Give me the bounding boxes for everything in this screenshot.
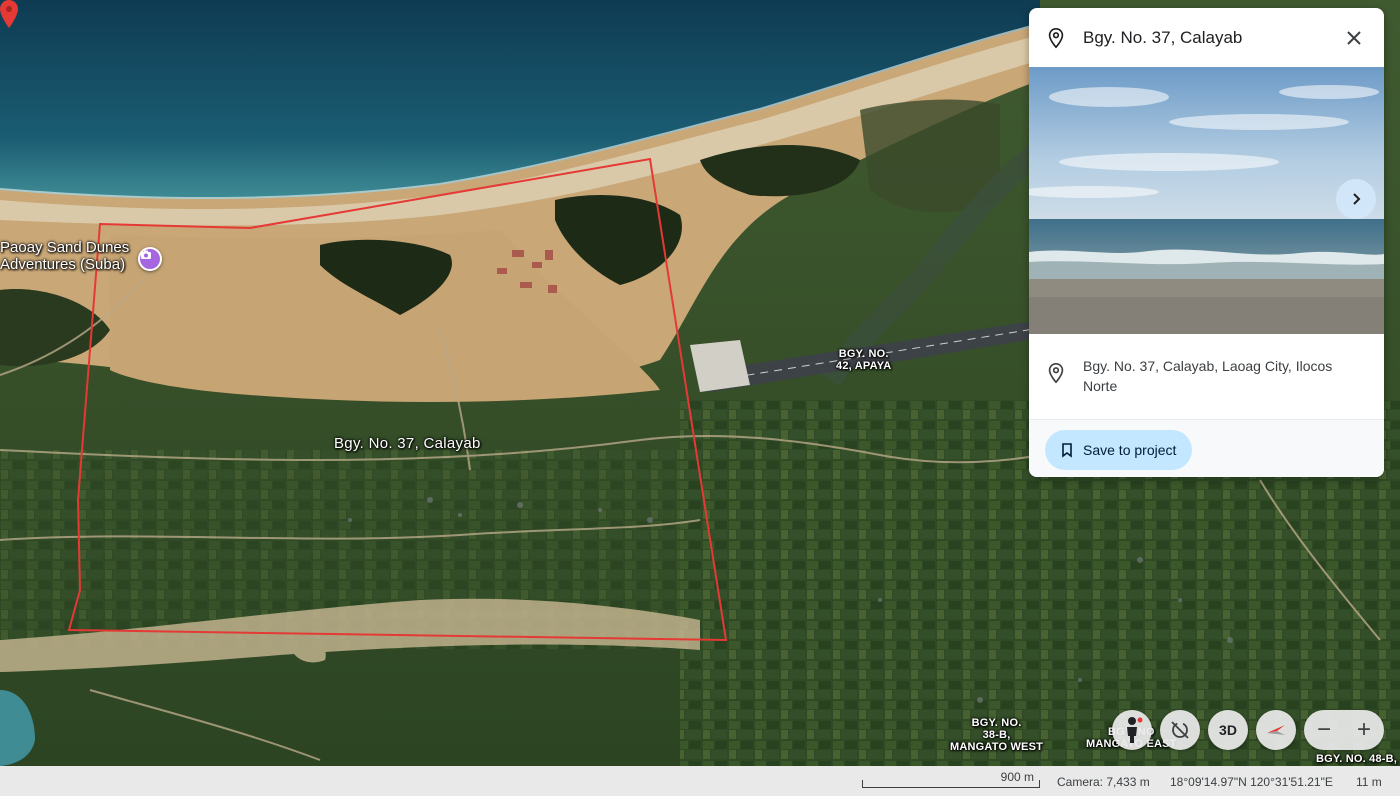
region-label-apaya: BGY. NO. 42, APAYA xyxy=(836,348,892,373)
cursor-coordinates: 18°09'14.97"N 120°31'51.21"E xyxy=(1170,775,1333,789)
compass-button[interactable] xyxy=(1256,710,1296,750)
address-pin-icon xyxy=(1048,363,1064,384)
camera-poi-icon[interactable] xyxy=(138,247,162,271)
3d-toggle-button[interactable]: 3D xyxy=(1208,710,1248,750)
close-button[interactable] xyxy=(1340,24,1368,52)
panel-header: Bgy. No. 37, Calayab xyxy=(1029,8,1384,67)
pegman-icon xyxy=(1127,717,1143,743)
reset-view-button[interactable] xyxy=(1160,710,1200,750)
place-photo[interactable] xyxy=(1029,67,1384,334)
save-to-project-label: Save to project xyxy=(1083,442,1177,458)
save-to-project-button[interactable]: Save to project xyxy=(1045,430,1193,470)
beach-photo xyxy=(1029,67,1384,334)
panel-actions: Save to project xyxy=(1029,420,1384,477)
poi-label[interactable]: Paoay Sand Dunes Adventures (Suba) xyxy=(0,239,129,273)
address-row: Bgy. No. 37, Calayab, Laoag City, Ilocos… xyxy=(1029,334,1384,420)
rotate-reset-icon xyxy=(1171,721,1189,739)
selected-location-pin-icon[interactable] xyxy=(0,0,18,28)
region-label-mangato-west: BGY. NO. 38-B, MANGATO WEST xyxy=(950,717,1044,754)
scale-bar: 900 m xyxy=(862,770,1040,790)
chevron-right-icon xyxy=(1353,193,1361,205)
zoom-out-button[interactable]: − xyxy=(1304,710,1344,750)
location-pin-icon xyxy=(1048,27,1064,48)
zoom-in-button[interactable]: + xyxy=(1344,710,1384,750)
region-label-48b: BGY. NO. 48-B, xyxy=(1316,753,1398,765)
compass-icon xyxy=(1267,725,1285,735)
status-bar: 900 m Camera: 7,433 m 18°09'14.97"N 120°… xyxy=(0,766,1400,796)
bookmark-icon xyxy=(1062,443,1072,458)
place-info-panel: Bgy. No. 37, Calayab Bgy. No. 37, Calaya… xyxy=(1029,8,1384,477)
camera-altitude: Camera: 7,433 m xyxy=(1057,775,1150,789)
zoom-controls: − + xyxy=(1304,710,1384,750)
ground-elevation: 11 m xyxy=(1356,775,1382,789)
panel-title: Bgy. No. 37, Calayab xyxy=(1083,27,1243,47)
scale-label: 900 m xyxy=(1000,770,1034,784)
close-icon xyxy=(1347,30,1361,45)
next-photo-button[interactable] xyxy=(1336,179,1376,219)
street-view-button[interactable] xyxy=(1112,710,1152,750)
place-label[interactable]: Bgy. No. 37, Calayab xyxy=(334,435,481,453)
address-text: Bgy. No. 37, Calayab, Laoag City, Ilocos… xyxy=(1083,358,1333,394)
